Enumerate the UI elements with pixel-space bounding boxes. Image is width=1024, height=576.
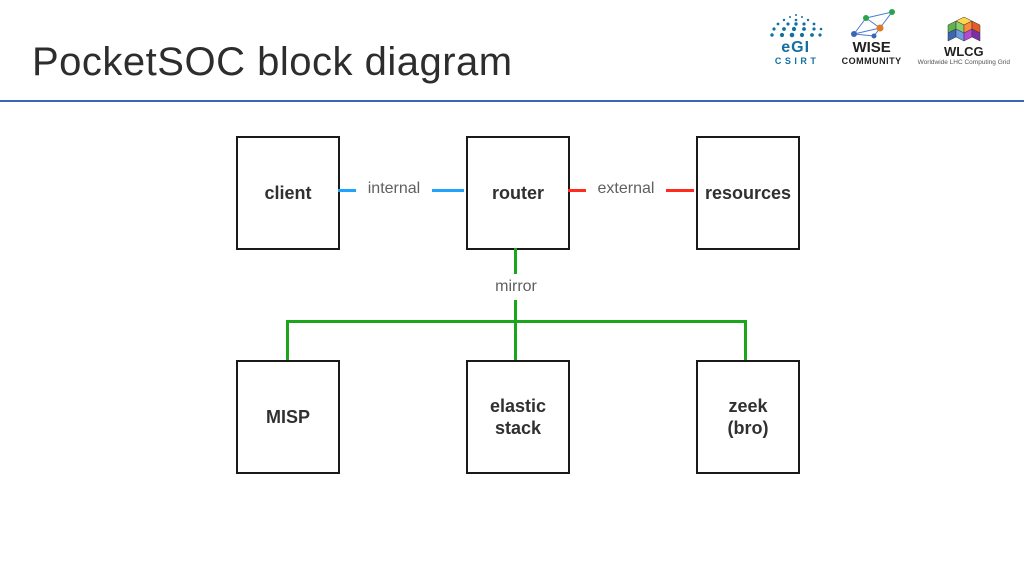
edge-mirror-trunk-bottom [514, 300, 517, 322]
logo-wlcg-sub: Worldwide LHC Computing Grid [918, 59, 1010, 66]
edge-internal-label: internal [360, 180, 428, 198]
edge-mirror-drop-zeek [744, 320, 747, 360]
edge-internal-seg-left [338, 189, 356, 192]
node-misp: MISP [236, 360, 340, 474]
edge-internal-seg-right [432, 189, 464, 192]
slide: PocketSOC block diagram eGI C S I R T [0, 0, 1024, 576]
logo-wise-word: WISE [852, 40, 890, 57]
node-client: client [236, 136, 340, 250]
edge-mirror-label: mirror [488, 278, 544, 296]
node-elastic: elastic stack [466, 360, 570, 474]
edge-mirror-trunk-top [514, 248, 517, 274]
logo-wise-sub: COMMUNITY [842, 57, 902, 67]
egi-dots-icon [766, 11, 826, 39]
edge-external-seg-right [666, 189, 694, 192]
edge-mirror-drop-misp [286, 320, 289, 360]
logo-wlcg: WLCG Worldwide LHC Computing Grid [918, 11, 1010, 66]
edge-mirror-drop-elastic [514, 320, 517, 360]
edge-external-label: external [590, 180, 662, 198]
page-title: PocketSOC block diagram [32, 40, 513, 85]
logo-wise: WISE COMMUNITY [842, 6, 902, 66]
logo-egi: eGI C S I R T [766, 11, 826, 66]
wise-network-icon [846, 6, 898, 40]
node-zeek: zeek (bro) [696, 360, 800, 474]
logo-egi-word: eGI [781, 39, 810, 57]
node-router: router [466, 136, 570, 250]
wlcg-cube-icon [944, 11, 984, 45]
diagram: client router resources internal externa… [0, 100, 1024, 576]
logo-wlcg-word: WLCG [944, 45, 984, 59]
logo-row: eGI C S I R T WISE COMMUNITY [766, 6, 1010, 66]
edge-external-seg-left [568, 189, 586, 192]
logo-egi-sub: C S I R T [775, 57, 817, 67]
node-resources: resources [696, 136, 800, 250]
